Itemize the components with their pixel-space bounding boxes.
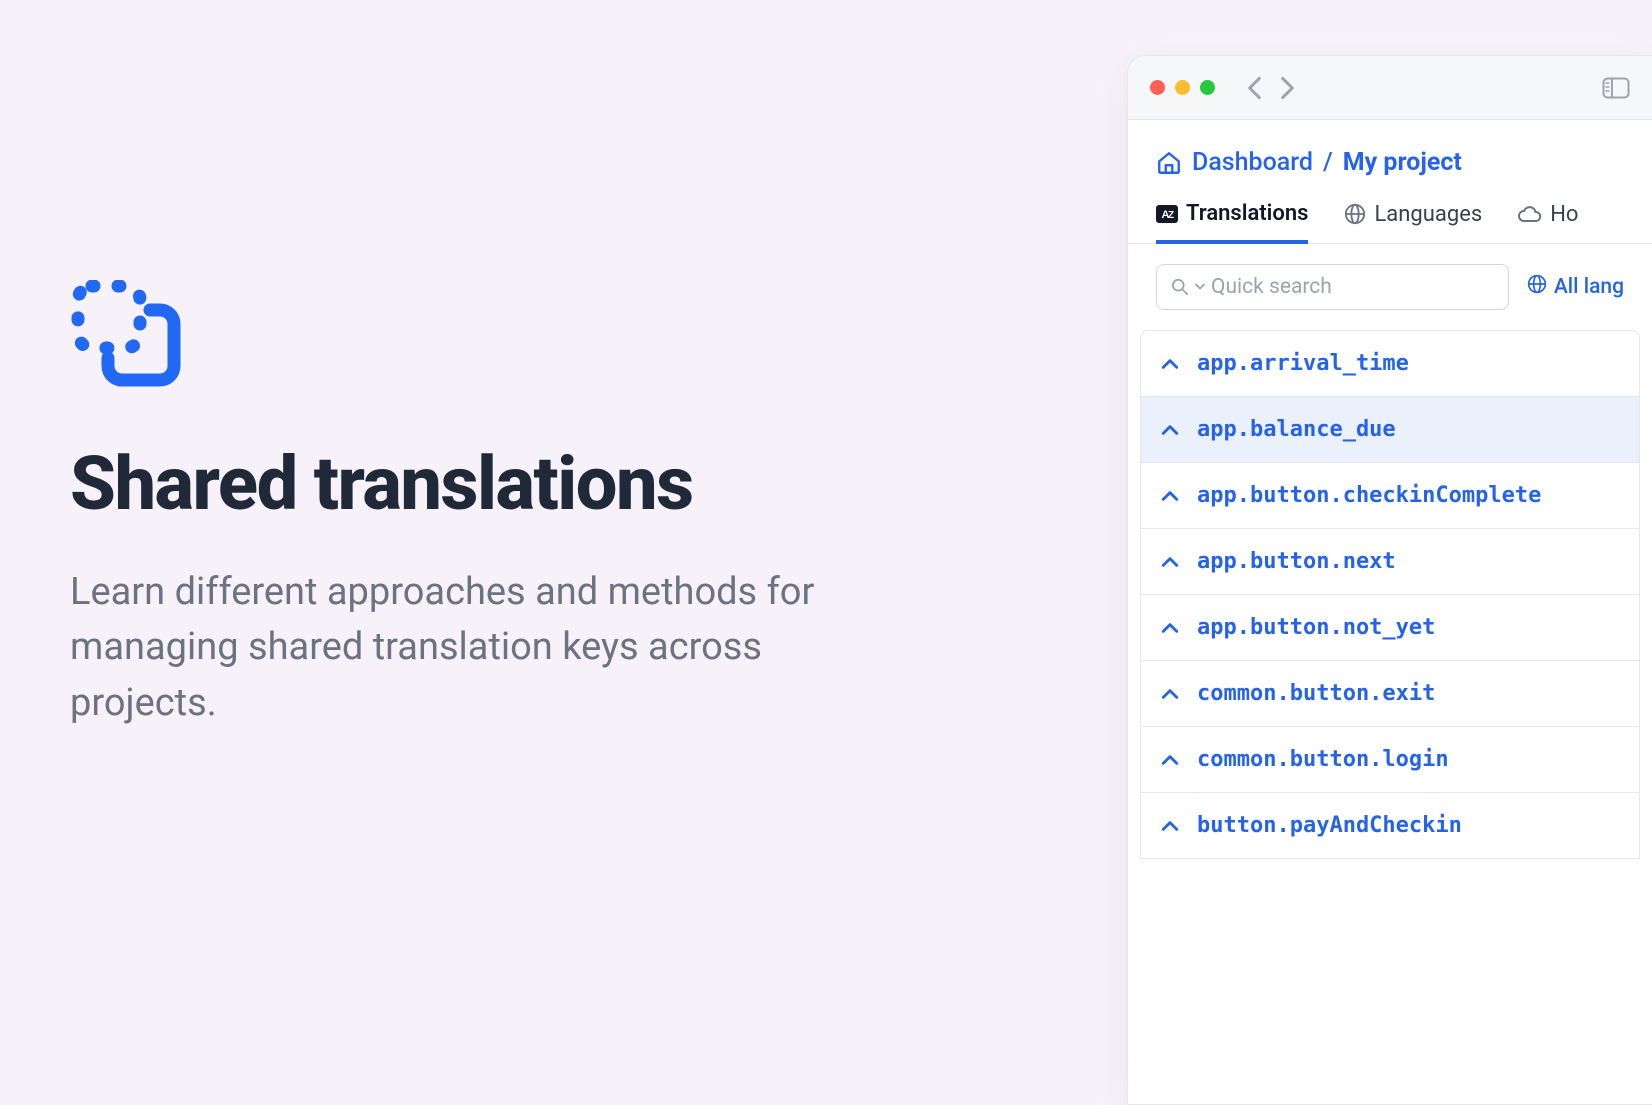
chevron-down-icon (1195, 283, 1205, 291)
search-icon (1171, 278, 1189, 296)
key-label: app.arrival_time (1197, 351, 1409, 376)
key-item[interactable]: app.button.checkinComplete (1140, 463, 1640, 529)
key-item[interactable]: common.button.exit (1140, 661, 1640, 727)
cloud-icon (1518, 205, 1542, 223)
search-placeholder: Quick search (1211, 275, 1332, 299)
chevron-up-icon (1161, 358, 1179, 370)
nav-forward-button[interactable] (1280, 76, 1295, 100)
language-filter[interactable]: All lang (1527, 274, 1624, 300)
chevron-up-icon (1161, 688, 1179, 700)
tab-label: Translations (1186, 201, 1308, 226)
minimize-window-button[interactable] (1175, 80, 1190, 95)
breadcrumb-root[interactable]: Dashboard (1192, 148, 1313, 177)
nav-back-button[interactable] (1247, 76, 1262, 100)
close-window-button[interactable] (1150, 80, 1165, 95)
tab-label: Ho (1550, 202, 1578, 227)
tab-hosting[interactable]: Ho (1518, 201, 1578, 244)
chevron-up-icon (1161, 556, 1179, 568)
hero-content: Shared translations Learn different appr… (70, 280, 870, 731)
globe-icon (1527, 274, 1547, 300)
tab-translations[interactable]: A Z Translations (1156, 201, 1308, 244)
tab-label: Languages (1374, 202, 1482, 227)
key-label: app.button.next (1197, 549, 1396, 574)
key-label: app.button.checkinComplete (1197, 483, 1541, 508)
key-label: button.payAndCheckin (1197, 813, 1462, 838)
chevron-up-icon (1161, 490, 1179, 502)
globe-icon (1344, 203, 1366, 225)
sidebar-toggle-button[interactable] (1602, 77, 1630, 99)
maximize-window-button[interactable] (1200, 80, 1215, 95)
tab-languages[interactable]: Languages (1344, 201, 1482, 244)
key-item[interactable]: app.button.not_yet (1140, 595, 1640, 661)
translation-key-list: app.arrival_time app.balance_due app.but… (1128, 330, 1652, 859)
chevron-up-icon (1161, 820, 1179, 832)
key-label: app.balance_due (1197, 417, 1396, 442)
key-item[interactable]: app.balance_due (1140, 397, 1640, 463)
tabs: A Z Translations Languages H (1128, 201, 1652, 244)
hero-title: Shared translations (70, 444, 870, 525)
svg-text:Z: Z (1168, 210, 1174, 221)
breadcrumb: Dashboard / My project (1128, 120, 1652, 201)
key-label: common.button.exit (1197, 681, 1435, 706)
key-item[interactable]: common.button.login (1140, 727, 1640, 793)
controls-row: Quick search All lang (1128, 244, 1652, 330)
translations-icon: A Z (1156, 205, 1178, 223)
chevron-up-icon (1161, 424, 1179, 436)
key-item[interactable]: app.arrival_time (1140, 330, 1640, 397)
breadcrumb-separator: / (1323, 148, 1333, 177)
chevron-up-icon (1161, 622, 1179, 634)
key-label: common.button.login (1197, 747, 1449, 772)
breadcrumb-current[interactable]: My project (1343, 148, 1462, 177)
traffic-lights (1150, 80, 1215, 95)
search-input[interactable]: Quick search (1156, 264, 1509, 310)
language-filter-label: All lang (1554, 275, 1624, 299)
key-item[interactable]: button.payAndCheckin (1140, 793, 1640, 859)
home-icon[interactable] (1156, 150, 1182, 176)
shared-translations-icon (70, 280, 870, 394)
key-item[interactable]: app.button.next (1140, 529, 1640, 595)
hero-subtitle: Learn different approaches and methods f… (70, 565, 870, 730)
key-label: app.button.not_yet (1197, 615, 1435, 640)
app-window: Dashboard / My project A Z Translations (1127, 55, 1652, 1105)
chevron-up-icon (1161, 754, 1179, 766)
titlebar (1128, 56, 1652, 120)
